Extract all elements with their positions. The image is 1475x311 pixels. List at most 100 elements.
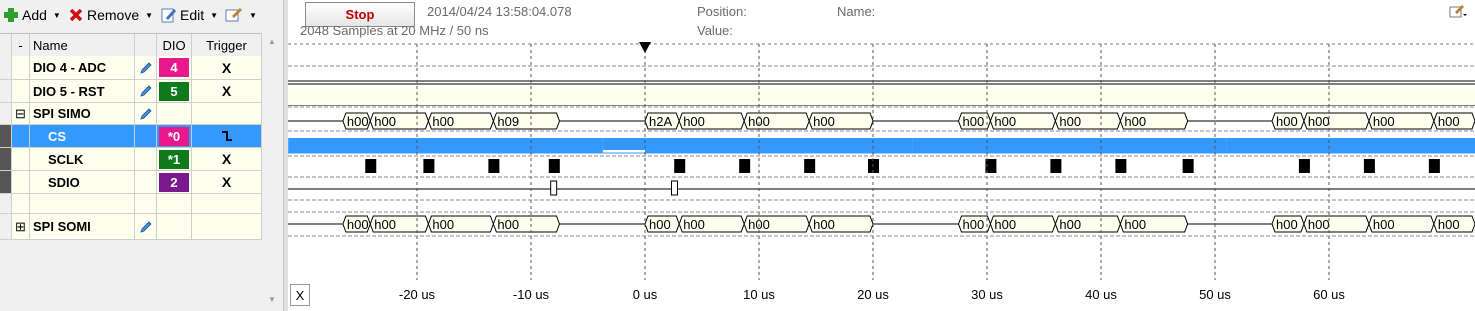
dio-cell[interactable] xyxy=(157,103,192,124)
sclk-burst xyxy=(804,159,816,173)
channel-scrollbar[interactable]: ▲ ▼ xyxy=(263,33,283,311)
expander-icon[interactable] xyxy=(12,148,30,170)
sclk-burst xyxy=(1298,159,1310,173)
channel-row[interactable] xyxy=(0,194,262,214)
channel-row[interactable]: CS *0 xyxy=(0,125,262,148)
sclk-burst xyxy=(1050,159,1062,173)
trigger-cell[interactable] xyxy=(192,214,262,239)
sclk-burst xyxy=(1182,159,1194,173)
edit-button[interactable]: Edit ▼ xyxy=(161,5,218,25)
pencil-icon[interactable] xyxy=(139,84,153,98)
name-column-header[interactable]: Name xyxy=(30,34,135,56)
spi-simo-word-label: h00 xyxy=(1276,114,1298,129)
dio-badge: 4 xyxy=(159,58,189,77)
add-label: Add xyxy=(22,7,47,23)
expander-icon[interactable] xyxy=(12,194,30,213)
sclk-burst xyxy=(1363,159,1375,173)
trigger-cell[interactable]: X xyxy=(192,171,262,193)
edit-label: Edit xyxy=(180,7,205,23)
spi-somi-word-label: h00 xyxy=(649,217,671,232)
channel-name: SPI SIMO xyxy=(30,103,135,124)
spi-simo-word-label: h00 xyxy=(1438,114,1460,129)
spi-simo-word-label: h00 xyxy=(963,114,985,129)
spi-simo-word-label: h2A xyxy=(649,114,672,129)
spi-somi-word-label: h00 xyxy=(1059,217,1081,232)
spi-simo-word-label: h00 xyxy=(1124,114,1146,129)
trigger-cell[interactable]: X xyxy=(192,148,262,170)
edit-channel-cell[interactable] xyxy=(135,148,157,170)
dio-cell[interactable] xyxy=(157,194,192,213)
spi-simo-word-label: h00 xyxy=(1059,114,1081,129)
dio-cell[interactable]: 4 xyxy=(157,56,192,79)
cs-high-block xyxy=(1226,138,1272,153)
edit-channel-cell[interactable] xyxy=(135,80,157,102)
trigger-cell[interactable]: X xyxy=(192,80,262,102)
edit-channel-cell[interactable] xyxy=(135,194,157,213)
chevron-down-icon: ▼ xyxy=(52,10,61,20)
spi-somi-word-label: h00 xyxy=(497,217,519,232)
edit-channel-cell[interactable] xyxy=(135,103,157,124)
trigger-cell[interactable] xyxy=(192,194,262,213)
edit-channel-cell[interactable] xyxy=(135,214,157,239)
channel-grid: - Name DIO Trigger DIO 4 - ADC 4 X DIO 5 - … xyxy=(0,33,262,240)
pencil-icon[interactable] xyxy=(139,61,153,75)
dio-badge: *1 xyxy=(159,149,189,169)
dio-column-header[interactable]: DIO xyxy=(157,34,192,56)
dio-badge: 5 xyxy=(159,81,189,101)
time-tick-label: 60 us xyxy=(1313,287,1345,302)
pencil-icon[interactable] xyxy=(139,220,153,234)
dio5-band xyxy=(288,87,1475,105)
chevron-down-icon: ▼ xyxy=(145,10,154,20)
spi-simo-word-label: h09 xyxy=(497,114,519,129)
trigger-value: X xyxy=(221,174,232,190)
expander-icon[interactable]: ⊞ xyxy=(12,214,30,239)
pencil-icon[interactable] xyxy=(139,107,153,121)
dio-cell[interactable] xyxy=(157,214,192,239)
spi-somi-word-label: h00 xyxy=(1373,217,1395,232)
channel-row[interactable]: SCLK *1 X xyxy=(0,148,262,171)
trigger-cell[interactable] xyxy=(192,125,262,147)
trigger-cell[interactable]: X xyxy=(192,56,262,79)
spi-somi-word-label: h00 xyxy=(813,217,835,232)
close-cursor-button[interactable]: X xyxy=(290,284,310,306)
trigger-cell[interactable] xyxy=(192,103,262,124)
spi-somi-word-label: h00 xyxy=(347,217,369,232)
dio-cell[interactable]: 2 xyxy=(157,171,192,193)
add-button[interactable]: Add ▼ xyxy=(3,5,61,25)
trigger-value: X xyxy=(221,59,232,76)
edit-channel-cell[interactable] xyxy=(135,171,157,193)
waveform-area[interactable]: h00 h00 h00 h09 h2A h00 h00 h00 h00 h00 h00 h00 h00 h… xyxy=(288,0,1475,280)
channel-row[interactable]: DIO 5 - RST 5 X xyxy=(0,80,262,103)
expander-icon[interactable] xyxy=(12,125,30,147)
dio-cell[interactable]: *1 xyxy=(157,148,192,170)
channel-row[interactable]: ⊞ SPI SOMI xyxy=(0,214,262,240)
collapse-all-header[interactable]: - xyxy=(12,34,30,56)
sclk-burst xyxy=(674,159,686,173)
edit-channel-cell[interactable] xyxy=(135,56,157,79)
properties-button[interactable]: ▼ xyxy=(225,5,257,25)
scroll-up-icon[interactable]: ▲ xyxy=(268,37,276,46)
scroll-down-icon[interactable]: ▼ xyxy=(268,295,276,304)
dio-badge: *0 xyxy=(159,126,189,146)
spi-somi-word-label: h00 xyxy=(963,217,985,232)
expander-icon[interactable] xyxy=(12,80,30,102)
expander-icon[interactable] xyxy=(12,56,30,79)
sdio-transition xyxy=(671,180,678,196)
channel-name xyxy=(30,194,135,213)
time-tick-label: 30 us xyxy=(971,287,1003,302)
channel-row[interactable]: SDIO 2 X xyxy=(0,171,262,194)
channel-row[interactable]: DIO 4 - ADC 4 X xyxy=(0,56,262,80)
trigger-value: X xyxy=(221,151,232,167)
plus-icon xyxy=(4,8,18,22)
expander-icon[interactable]: ⊟ xyxy=(12,103,30,124)
dio-cell[interactable]: 5 xyxy=(157,80,192,102)
trigger-column-header[interactable]: Trigger xyxy=(192,34,262,56)
channel-row[interactable]: ⊟ SPI SIMO xyxy=(0,103,262,125)
expander-icon[interactable] xyxy=(12,171,30,193)
sdio-transition xyxy=(550,180,558,196)
edit-channel-cell[interactable] xyxy=(135,125,157,147)
dio-cell[interactable]: *0 xyxy=(157,125,192,147)
remove-button[interactable]: Remove ▼ xyxy=(68,5,153,25)
sclk-burst xyxy=(739,159,751,173)
spi-simo-word-label: h00 xyxy=(1373,114,1395,129)
